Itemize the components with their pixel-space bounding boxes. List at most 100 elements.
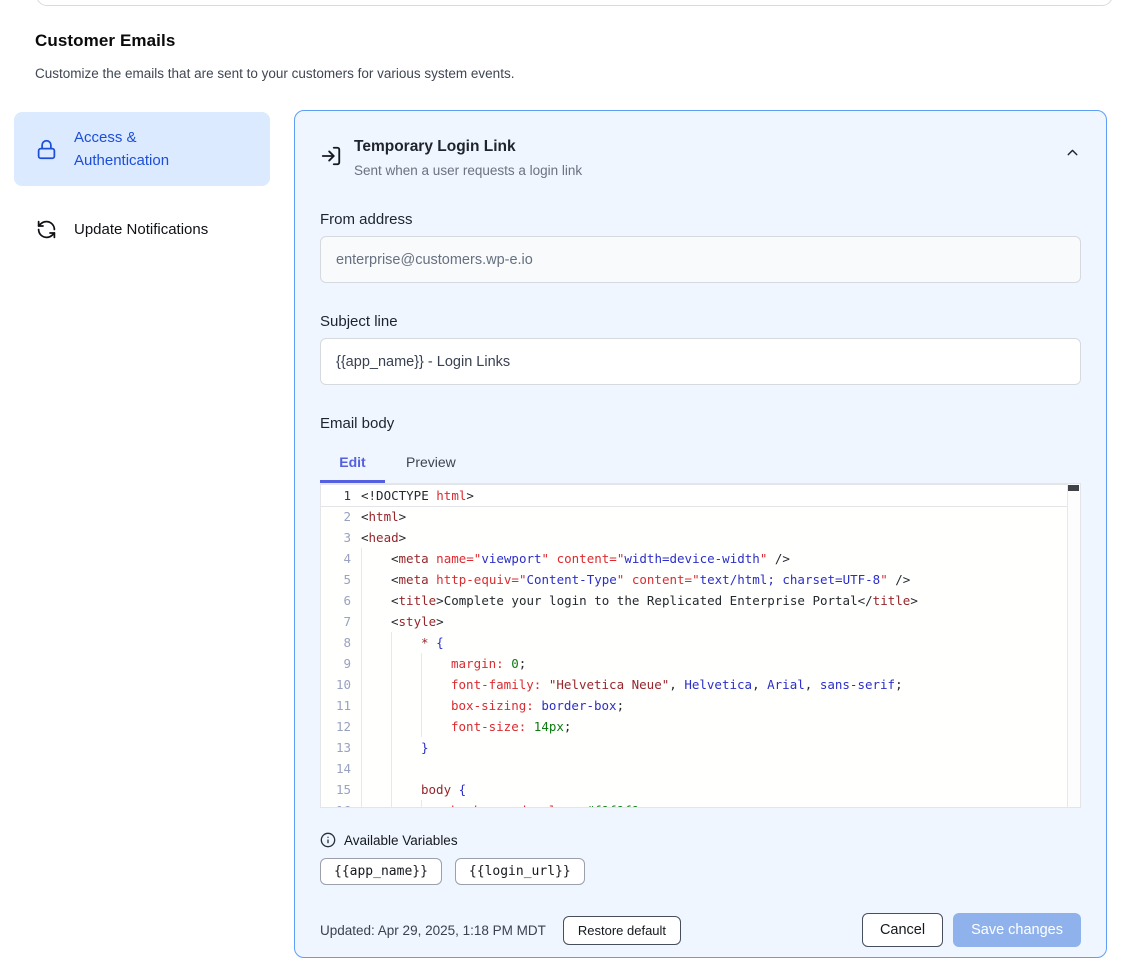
customer-emails-page: Customer Emails Customize the emails tha…	[0, 0, 1128, 980]
indent-guide	[361, 548, 391, 569]
code-line[interactable]: 3<head>	[321, 527, 1067, 548]
email-body-tabs: Edit Preview	[320, 448, 1081, 483]
indent-guide	[421, 653, 451, 674]
indent-guide	[421, 716, 451, 737]
indent-guide	[361, 632, 391, 653]
indent-guide	[391, 716, 421, 737]
line-number: 8	[321, 632, 351, 653]
variable-chip[interactable]: {{app_name}}	[320, 858, 442, 885]
line-number: 14	[321, 758, 351, 779]
card-footer: Updated: Apr 29, 2025, 1:18 PM MDT Resto…	[320, 913, 1081, 947]
indent-guide	[391, 674, 421, 695]
indent-guide	[391, 737, 421, 758]
from-address-field[interactable]	[320, 236, 1081, 283]
from-address-label: From address	[320, 211, 1081, 228]
page-subtitle: Customize the emails that are sent to yo…	[35, 66, 514, 81]
line-number: 16	[321, 800, 351, 807]
sidebar-item-label: Update Notifications	[74, 218, 208, 241]
sidebar-item-update-notifications[interactable]: Update Notifications	[14, 206, 270, 252]
cancel-button[interactable]: Cancel	[862, 913, 943, 947]
indent-guide	[361, 716, 391, 737]
page-title: Customer Emails	[35, 31, 175, 51]
editor-scrollbar-track[interactable]	[1067, 484, 1080, 807]
lock-icon	[36, 139, 57, 160]
line-number: 9	[321, 653, 351, 674]
line-number: 1	[321, 485, 351, 506]
code-line[interactable]: 6<title>Complete your login to the Repli…	[321, 590, 1067, 611]
temporary-login-link-card: Temporary Login Link Sent when a user re…	[294, 110, 1107, 958]
info-icon[interactable]	[320, 832, 336, 848]
previous-card-edge	[36, 0, 1113, 6]
indent-guide	[391, 800, 421, 807]
indent-guide	[391, 653, 421, 674]
indent-guide	[391, 632, 421, 653]
code-line[interactable]: 4<meta name="viewport" content="width=de…	[321, 548, 1067, 569]
indent-guide	[421, 695, 451, 716]
sidebar-item-access-authentication[interactable]: Access & Authentication	[14, 112, 270, 186]
code-editor-lines: 1<!DOCTYPE html>2<html>3<head>4<meta nam…	[321, 484, 1067, 807]
line-number: 6	[321, 590, 351, 611]
indent-guide	[361, 779, 391, 800]
indent-guide	[361, 674, 391, 695]
card-title: Temporary Login Link	[354, 136, 582, 158]
code-line[interactable]: 15body {	[321, 779, 1067, 800]
variable-chip[interactable]: {{login_url}}	[455, 858, 585, 885]
editor-scrollbar-thumb[interactable]	[1068, 485, 1079, 491]
available-variables-label: Available Variables	[344, 833, 458, 848]
tab-edit[interactable]: Edit	[320, 448, 385, 483]
card-subtitle: Sent when a user requests a login link	[354, 161, 582, 181]
code-line[interactable]: 2<html>	[321, 506, 1067, 527]
indent-guide	[361, 737, 391, 758]
indent-guide	[361, 695, 391, 716]
line-number: 13	[321, 737, 351, 758]
indent-guide	[361, 590, 391, 611]
indent-guide	[361, 569, 391, 590]
code-line[interactable]: 5<meta http-equiv="Content-Type" content…	[321, 569, 1067, 590]
indent-guide	[391, 779, 421, 800]
code-line[interactable]: 7<style>	[321, 611, 1067, 632]
email-types-sidebar: Access & Authentication Update Notificat…	[14, 112, 270, 252]
line-number: 15	[321, 779, 351, 800]
sidebar-item-label: Access & Authentication	[74, 126, 202, 172]
indent-guide	[421, 800, 451, 807]
restore-default-button[interactable]: Restore default	[563, 916, 681, 945]
line-number: 3	[321, 527, 351, 548]
chevron-up-icon[interactable]	[1064, 144, 1081, 161]
indent-guide	[391, 695, 421, 716]
refresh-icon	[36, 219, 57, 240]
code-line[interactable]: 8* {	[321, 632, 1067, 653]
code-line[interactable]: 10font-family: "Helvetica Neue", Helveti…	[321, 674, 1067, 695]
indent-guide	[361, 653, 391, 674]
code-line[interactable]: 14	[321, 758, 1067, 779]
indent-guide	[391, 758, 421, 779]
line-number: 10	[321, 674, 351, 695]
line-number: 4	[321, 548, 351, 569]
line-number: 12	[321, 716, 351, 737]
code-line[interactable]: 1<!DOCTYPE html>	[321, 485, 1067, 506]
tab-preview[interactable]: Preview	[406, 448, 456, 483]
subject-line-label: Subject line	[320, 313, 1081, 330]
indent-guide	[361, 758, 391, 779]
indent-guide	[421, 674, 451, 695]
code-line[interactable]: 12font-size: 14px;	[321, 716, 1067, 737]
code-line[interactable]: 11box-sizing: border-box;	[321, 695, 1067, 716]
email-body-label: Email body	[320, 415, 1081, 432]
code-line[interactable]: 13}	[321, 737, 1067, 758]
available-variables-header: Available Variables	[320, 832, 1081, 848]
variable-chips: {{app_name}} {{login_url}}	[320, 858, 1081, 885]
indent-guide	[361, 800, 391, 807]
line-number: 2	[321, 506, 351, 527]
line-number: 5	[321, 569, 351, 590]
card-header: Temporary Login Link Sent when a user re…	[320, 136, 1081, 181]
log-in-icon	[320, 145, 342, 167]
code-line[interactable]: 16background-color: #f9f9f9;	[321, 800, 1067, 807]
card-header-text: Temporary Login Link Sent when a user re…	[354, 136, 582, 181]
line-number: 11	[321, 695, 351, 716]
indent-guide	[361, 611, 391, 632]
line-number: 7	[321, 611, 351, 632]
updated-timestamp: Updated: Apr 29, 2025, 1:18 PM MDT	[320, 923, 546, 938]
subject-line-field[interactable]	[320, 338, 1081, 385]
code-line[interactable]: 9margin: 0;	[321, 653, 1067, 674]
save-changes-button[interactable]: Save changes	[953, 913, 1081, 947]
code-editor[interactable]: 1<!DOCTYPE html>2<html>3<head>4<meta nam…	[320, 483, 1081, 808]
